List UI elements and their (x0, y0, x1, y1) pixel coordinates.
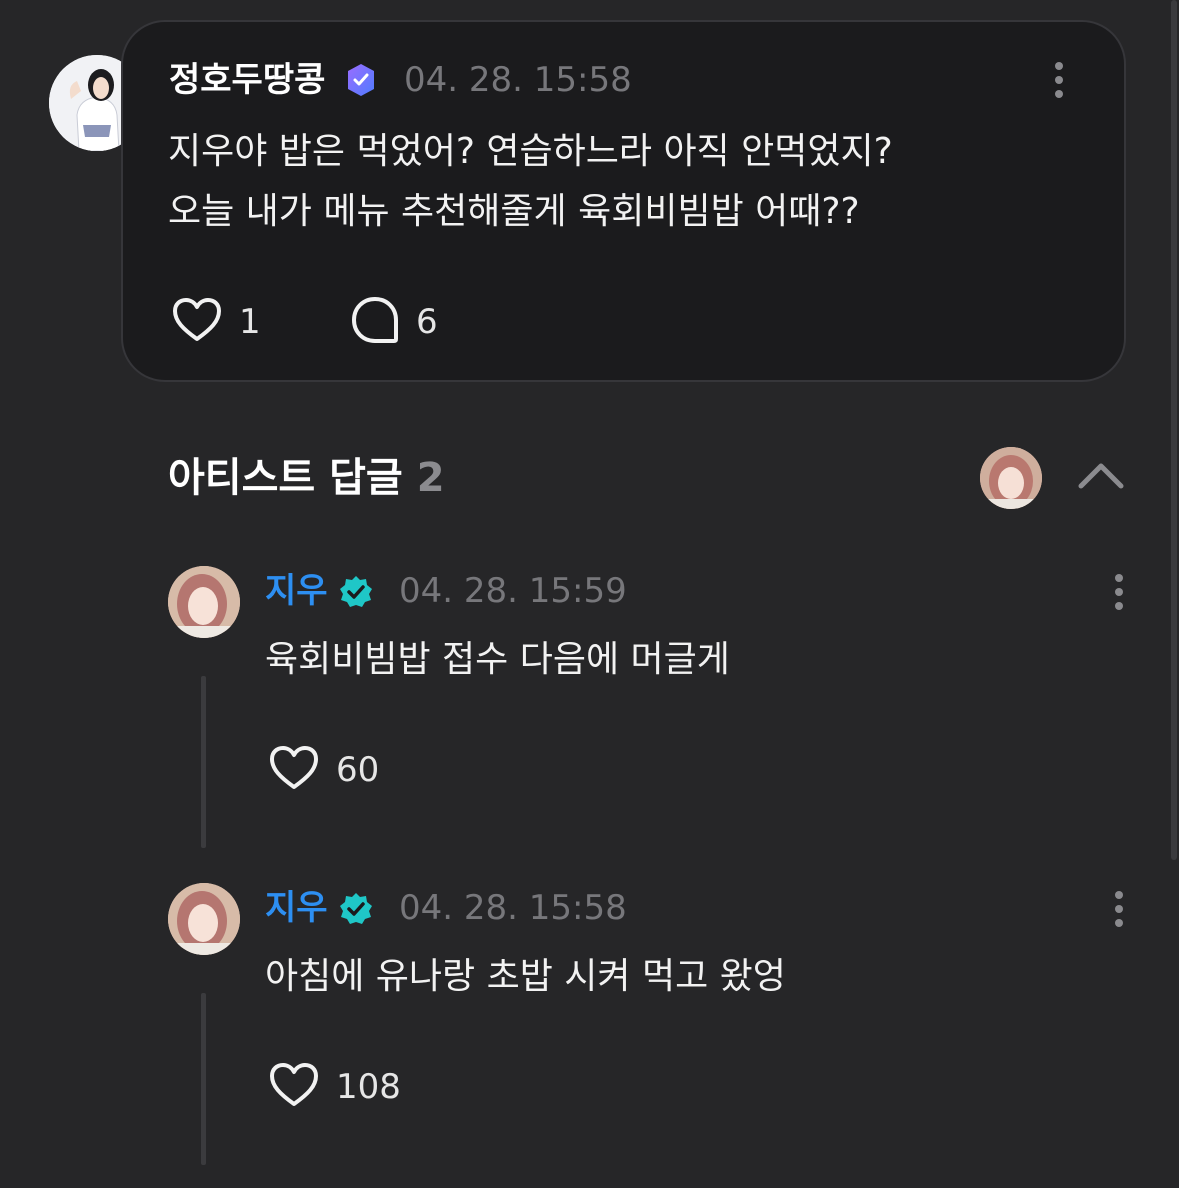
verified-icon (338, 891, 374, 931)
post-like-button[interactable]: 1 (171, 295, 261, 349)
more-vertical-icon[interactable] (1109, 889, 1129, 929)
post-author-name[interactable]: 정호두땅콩 (169, 60, 325, 100)
more-vertical-icon[interactable] (1049, 60, 1069, 100)
post-like-count: 1 (239, 302, 261, 342)
reply-like-count: 60 (336, 750, 380, 790)
post-body-line-2: 오늘 내가 메뉴 추천해줄게 육회비빔밥 어때?? (168, 191, 860, 232)
reply-author-name[interactable]: 지우 (265, 888, 328, 928)
reply-date: 04. 28. 15:59 (399, 571, 627, 611)
artist-replies-count: 2 (416, 455, 445, 501)
heart-icon (268, 1061, 320, 1113)
reply-text: 육회비빔밥 접수 다음에 머글게 (265, 639, 730, 680)
post-comment-button[interactable]: 6 (350, 295, 438, 349)
weverse-verified-icon (343, 62, 379, 102)
artist-avatar-small[interactable] (980, 447, 1042, 509)
reply-avatar[interactable] (168, 566, 240, 638)
reply-like-button[interactable]: 108 (268, 1060, 401, 1114)
reply-author-name[interactable]: 지우 (265, 571, 328, 611)
chevron-up-icon[interactable] (1077, 458, 1125, 494)
reply-date: 04. 28. 15:58 (399, 888, 627, 928)
artist-replies-header: 아티스트 답글 2 (168, 455, 445, 501)
thread-line (201, 993, 206, 1165)
comment-icon (350, 295, 400, 349)
artist-replies-title: 아티스트 답글 (168, 455, 403, 501)
heart-icon (171, 296, 223, 348)
reply-like-button[interactable]: 60 (268, 743, 379, 797)
reply-avatar[interactable] (168, 883, 240, 955)
post-comment-count: 6 (416, 302, 438, 342)
heart-icon (268, 744, 320, 796)
thread-line (201, 676, 206, 848)
reply-like-count: 108 (336, 1067, 401, 1107)
post-date: 04. 28. 15:58 (404, 60, 632, 100)
scrollbar[interactable] (1171, 0, 1177, 860)
reply-text: 아침에 유나랑 초밥 시켜 먹고 왔엉 (265, 956, 786, 997)
more-vertical-icon[interactable] (1109, 572, 1129, 612)
post-body-line-1: 지우야 밥은 먹었어? 연습하느라 아직 안먹었지? (168, 131, 893, 172)
verified-icon (338, 574, 374, 614)
